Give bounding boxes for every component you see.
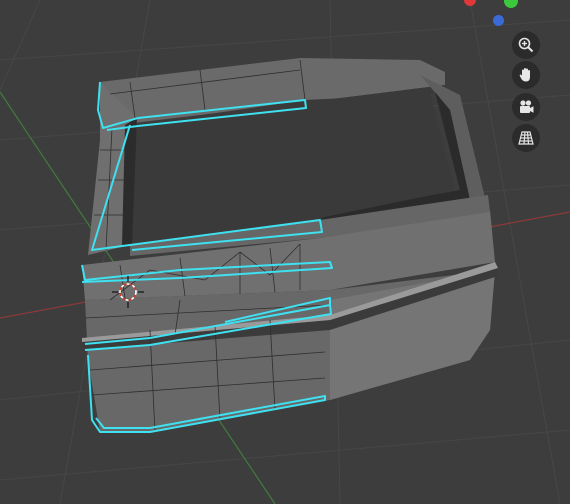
camera-view-button[interactable] [512, 93, 540, 121]
pan-button[interactable] [512, 61, 540, 89]
zoom-in-icon [518, 37, 534, 53]
3d-viewport[interactable] [0, 0, 570, 504]
tailgate-mesh[interactable] [81, 58, 498, 433]
hand-pan-icon [519, 68, 530, 82]
perspective-grid-icon [518, 131, 534, 145]
gizmo-z-axis-dot[interactable] [493, 15, 504, 26]
camera-view-icon [520, 100, 534, 113]
viewport-scene[interactable] [0, 0, 570, 504]
zoom-button[interactable] [512, 31, 540, 59]
perspective-toggle-button[interactable] [512, 124, 540, 152]
